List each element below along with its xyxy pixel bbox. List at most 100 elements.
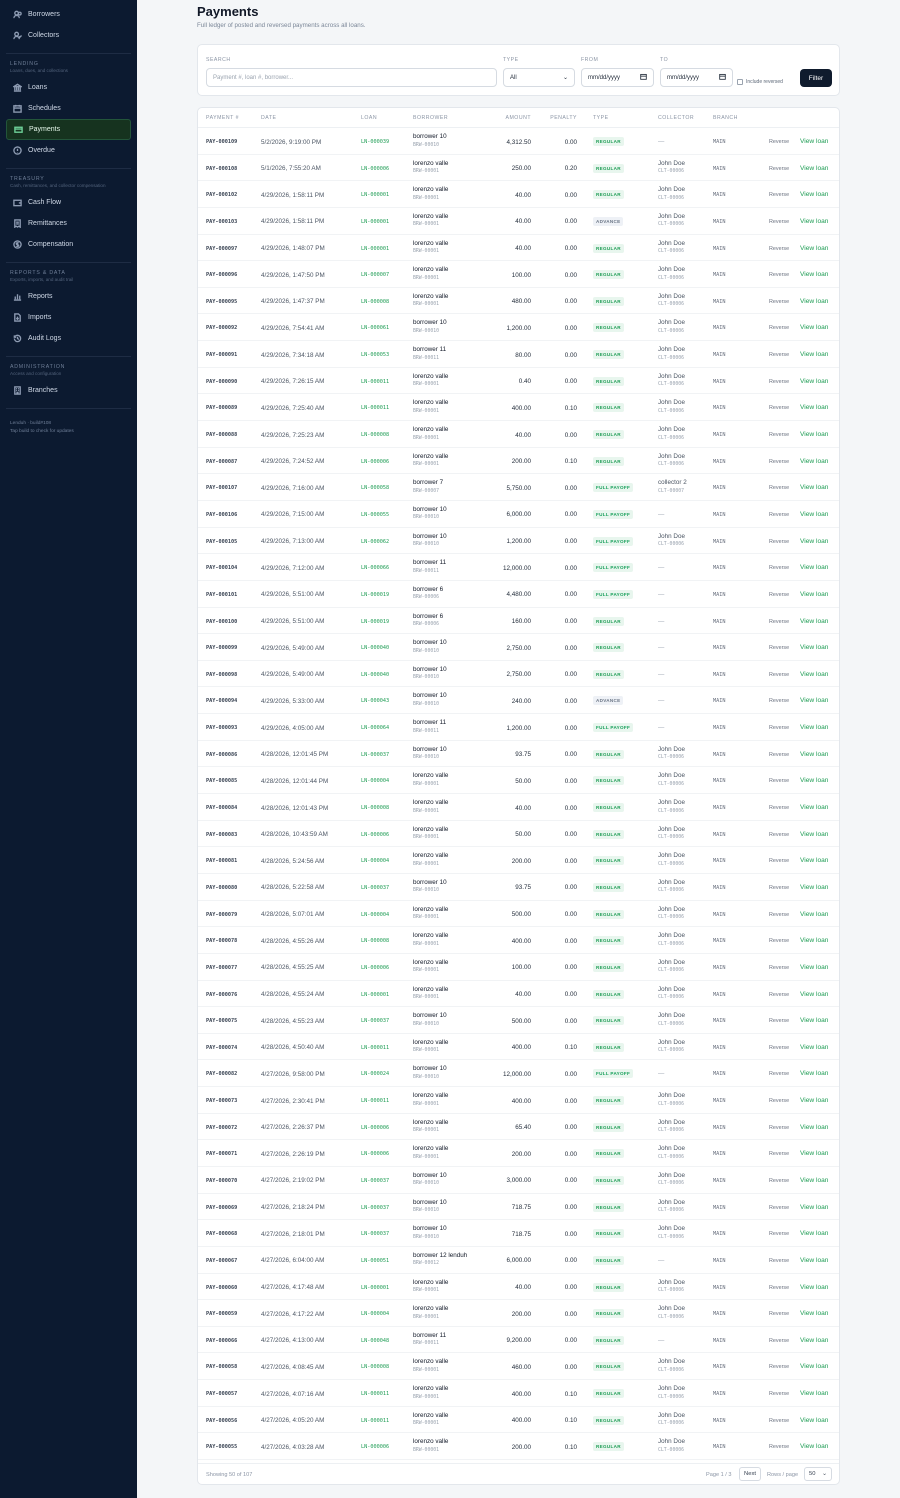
view-loan-link[interactable]: View loan <box>800 857 828 864</box>
loan-link[interactable]: LN-000001 <box>361 192 389 198</box>
view-loan-link[interactable]: View loan <box>800 724 828 731</box>
reverse-button[interactable]: Reverse <box>769 219 789 225</box>
sidebar-item-borrowers[interactable]: Borrowers <box>6 4 131 25</box>
view-loan-link[interactable]: View loan <box>800 538 828 545</box>
loan-link[interactable]: LN-000040 <box>361 645 389 651</box>
view-loan-link[interactable]: View loan <box>800 1070 828 1077</box>
reverse-button[interactable]: Reverse <box>769 379 789 385</box>
reverse-button[interactable]: Reverse <box>769 1391 789 1397</box>
loan-link[interactable]: LN-000043 <box>361 698 389 704</box>
include-reversed-checkbox[interactable] <box>737 79 743 85</box>
reverse-button[interactable]: Reverse <box>769 1311 789 1317</box>
loan-link[interactable]: LN-000037 <box>361 1018 389 1024</box>
view-loan-link[interactable]: View loan <box>800 511 828 518</box>
reverse-button[interactable]: Reverse <box>769 1231 789 1237</box>
view-loan-link[interactable]: View loan <box>800 404 828 411</box>
reverse-button[interactable]: Reverse <box>769 1444 789 1450</box>
view-loan-link[interactable]: View loan <box>800 218 828 225</box>
reverse-button[interactable]: Reverse <box>769 992 789 998</box>
reverse-button[interactable]: Reverse <box>769 166 789 172</box>
view-loan-link[interactable]: View loan <box>800 458 828 465</box>
from-date-input[interactable]: mm/dd/yyyy <box>581 68 654 87</box>
view-loan-link[interactable]: View loan <box>800 591 828 598</box>
next-page-button[interactable]: Next <box>739 1467 761 1481</box>
view-loan-link[interactable]: View loan <box>800 165 828 172</box>
reverse-button[interactable]: Reverse <box>769 938 789 944</box>
loan-link[interactable]: LN-000037 <box>361 1178 389 1184</box>
view-loan-link[interactable]: View loan <box>800 1150 828 1157</box>
reverse-button[interactable]: Reverse <box>769 352 789 358</box>
sidebar-item-compensation[interactable]: Compensation <box>6 234 131 255</box>
loan-link[interactable]: LN-000004 <box>361 912 389 918</box>
loan-link[interactable]: LN-000011 <box>361 405 389 411</box>
loan-link[interactable]: LN-000037 <box>361 752 389 758</box>
loan-link[interactable]: LN-000019 <box>361 592 389 598</box>
sidebar-item-branches[interactable]: Branches <box>6 380 131 401</box>
view-loan-link[interactable]: View loan <box>800 1097 828 1104</box>
loan-link[interactable]: LN-000058 <box>361 485 389 491</box>
reverse-button[interactable]: Reverse <box>769 1071 789 1077</box>
loan-link[interactable]: LN-000051 <box>361 1258 389 1264</box>
view-loan-link[interactable]: View loan <box>800 831 828 838</box>
loan-link[interactable]: LN-000001 <box>361 219 389 225</box>
loan-link[interactable]: LN-000037 <box>361 885 389 891</box>
loan-link[interactable]: LN-000001 <box>361 1285 389 1291</box>
loan-link[interactable]: LN-000040 <box>361 672 389 678</box>
loan-link[interactable]: LN-000024 <box>361 1071 389 1077</box>
loan-link[interactable]: LN-000006 <box>361 166 389 172</box>
reverse-button[interactable]: Reverse <box>769 139 789 145</box>
view-loan-link[interactable]: View loan <box>800 697 828 704</box>
view-loan-link[interactable]: View loan <box>800 564 828 571</box>
loan-link[interactable]: LN-000011 <box>361 1418 389 1424</box>
view-loan-link[interactable]: View loan <box>800 671 828 678</box>
sidebar-item-collectors[interactable]: Collectors <box>6 25 131 46</box>
sidebar-item-loans[interactable]: Loans <box>6 77 131 98</box>
reverse-button[interactable]: Reverse <box>769 698 789 704</box>
view-loan-link[interactable]: View loan <box>800 191 828 198</box>
sidebar-item-schedules[interactable]: Schedules <box>6 98 131 119</box>
reverse-button[interactable]: Reverse <box>769 1338 789 1344</box>
loan-link[interactable]: LN-000004 <box>361 1311 389 1317</box>
loan-link[interactable]: LN-000064 <box>361 725 389 731</box>
reverse-button[interactable]: Reverse <box>769 1364 789 1370</box>
loan-link[interactable]: LN-000019 <box>361 619 389 625</box>
reverse-button[interactable]: Reverse <box>769 512 789 518</box>
view-loan-link[interactable]: View loan <box>800 1124 828 1131</box>
view-loan-link[interactable]: View loan <box>800 1337 828 1344</box>
reverse-button[interactable]: Reverse <box>769 1151 789 1157</box>
sidebar-item-remittances[interactable]: Remittances <box>6 213 131 234</box>
reverse-button[interactable]: Reverse <box>769 672 789 678</box>
loan-link[interactable]: LN-000008 <box>361 432 389 438</box>
loan-link[interactable]: LN-000001 <box>361 992 389 998</box>
loan-link[interactable]: LN-000006 <box>361 1444 389 1450</box>
reverse-button[interactable]: Reverse <box>769 1205 789 1211</box>
loan-link[interactable]: LN-000066 <box>361 565 389 571</box>
rows-per-page-select[interactable]: 50 ⌄ <box>804 1467 832 1481</box>
view-loan-link[interactable]: View loan <box>800 245 828 252</box>
reverse-button[interactable]: Reverse <box>769 539 789 545</box>
loan-link[interactable]: LN-000006 <box>361 459 389 465</box>
view-loan-link[interactable]: View loan <box>800 1363 828 1370</box>
view-loan-link[interactable]: View loan <box>800 1044 828 1051</box>
view-loan-link[interactable]: View loan <box>800 911 828 918</box>
view-loan-link[interactable]: View loan <box>800 1177 828 1184</box>
sidebar-item-audit-logs[interactable]: Audit Logs <box>6 328 131 349</box>
reverse-button[interactable]: Reverse <box>769 432 789 438</box>
reverse-button[interactable]: Reverse <box>769 858 789 864</box>
view-loan-link[interactable]: View loan <box>800 1443 828 1450</box>
loan-link[interactable]: LN-000055 <box>361 512 389 518</box>
loan-link[interactable]: LN-000011 <box>361 1098 389 1104</box>
reverse-button[interactable]: Reverse <box>769 912 789 918</box>
view-loan-link[interactable]: View loan <box>800 324 828 331</box>
build-info[interactable]: Lenduh · build#108 Tap build to check for… <box>0 416 137 440</box>
view-loan-link[interactable]: View loan <box>800 884 828 891</box>
loan-link[interactable]: LN-000001 <box>361 246 389 252</box>
reverse-button[interactable]: Reverse <box>769 592 789 598</box>
loan-link[interactable]: LN-000008 <box>361 299 389 305</box>
reverse-button[interactable]: Reverse <box>769 1125 789 1131</box>
loan-link[interactable]: LN-000006 <box>361 965 389 971</box>
loan-link[interactable]: LN-000008 <box>361 805 389 811</box>
reverse-button[interactable]: Reverse <box>769 459 789 465</box>
filter-button[interactable]: Filter <box>800 69 832 87</box>
reverse-button[interactable]: Reverse <box>769 619 789 625</box>
